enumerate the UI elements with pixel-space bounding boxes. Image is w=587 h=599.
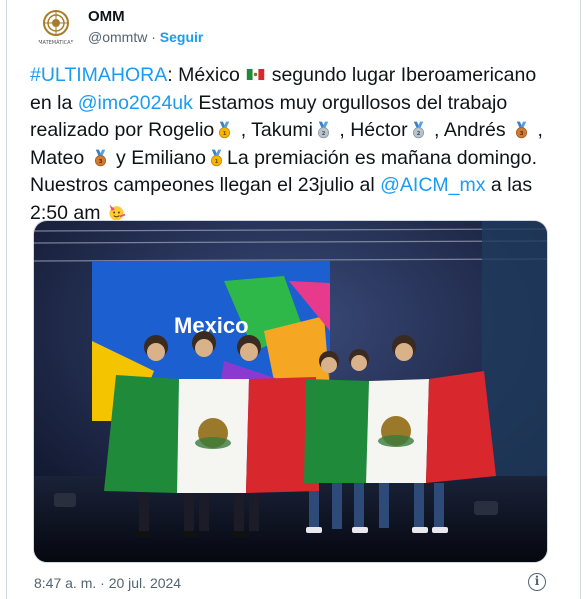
follow-button[interactable]: Seguir — [160, 29, 204, 45]
gold-medal-icon: 1 — [210, 149, 223, 166]
author-handle[interactable]: @ommtw — [88, 29, 147, 45]
separator: · — [151, 29, 156, 45]
svg-text:3: 3 — [98, 159, 102, 165]
svg-text:2: 2 — [416, 131, 420, 137]
svg-text:1: 1 — [223, 131, 227, 137]
mexico-flag-icon — [247, 68, 265, 81]
tweet-photo[interactable]: Mexico — [33, 220, 548, 563]
tweet-text-segment: , Andrés — [428, 119, 512, 141]
tweet-text-segment: : México — [167, 64, 246, 86]
tweet-text-segment: y Emiliano — [110, 146, 206, 169]
silver-medal-icon: 2 — [317, 121, 329, 139]
info-icon[interactable]: i — [528, 573, 546, 591]
author-display-name[interactable]: OMM — [88, 8, 125, 25]
svg-text:1: 1 — [215, 159, 219, 165]
tweet-text-segment: , Takumi — [235, 119, 313, 141]
silver-medal-icon: 2 — [412, 121, 424, 139]
svg-text:2: 2 — [322, 131, 326, 137]
logo-caption: MATEMÁTICAS — [38, 39, 74, 46]
tweet-text: #ULTIMAHORA: México segundo lugar Iberoa… — [30, 62, 560, 227]
author-handle-row: @ommtw · Seguir — [88, 29, 203, 45]
tweet-text-segment: , Héctor — [333, 119, 408, 141]
tweet-timestamp[interactable]: 8:47 a. m. · 20 jul. 2024 — [34, 575, 181, 591]
hashtag-link[interactable]: #ULTIMAHORA — [30, 64, 167, 86]
bronze-medal-icon: 3 — [94, 149, 106, 166]
svg-text:3: 3 — [520, 131, 524, 137]
author-avatar[interactable]: MATEMÁTICAS — [34, 6, 78, 50]
bronze-medal-icon: 3 — [515, 121, 528, 139]
team-photo: Mexico — [34, 221, 547, 562]
gold-medal-icon: 1 — [219, 121, 231, 139]
mention-imo2024uk[interactable]: @imo2024uk — [78, 92, 193, 114]
omm-logo-icon: MATEMÁTICAS — [38, 10, 74, 46]
mention-aicm-mx[interactable]: @AICM_mx — [380, 174, 485, 196]
party-face-icon — [109, 204, 126, 220]
